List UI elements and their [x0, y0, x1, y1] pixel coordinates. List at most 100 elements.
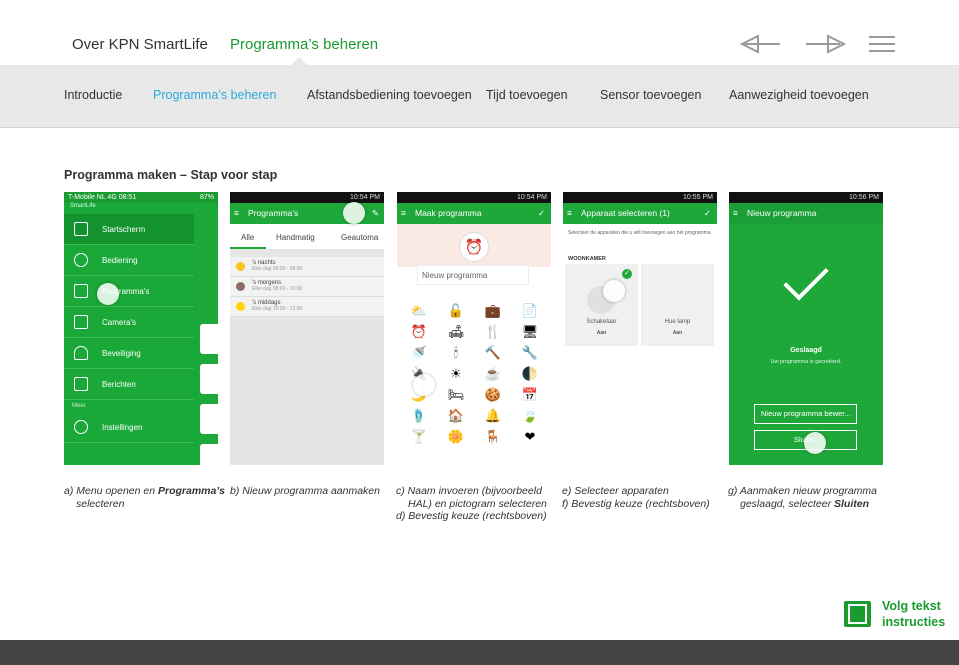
touch-indicator: [97, 283, 119, 305]
pictogram-icon: 🩴: [410, 408, 428, 423]
menu-more-label: Meer: [72, 403, 86, 409]
program-row: 's nachts Elke dag 00:00 - 08:00: [230, 257, 384, 277]
pictogram-icon: 🛏: [447, 387, 465, 402]
screenshot-apparaat-selecteren: 10:55 PM Apparaat selecteren (1) ≡ ✓ Sel…: [563, 192, 717, 465]
sub-navigation: Introductie Programma’s beheren Afstands…: [0, 57, 959, 128]
screenshot-maak-programma: 10:54 PM Maak programma ≡ ✓ ⏰ Nieuw prog…: [397, 192, 551, 465]
app-bar: Apparaat selecteren (1) ≡ ✓: [563, 203, 717, 224]
touch-indicator: [343, 202, 365, 224]
pictogram-icon: ⛅: [410, 303, 428, 318]
menu-icon: ≡: [567, 208, 572, 218]
tab-handmatig: Handmatig: [276, 233, 315, 242]
pictogram-icon: 🕯: [454, 345, 458, 360]
touch-indicator: [804, 432, 826, 454]
caption-step-a: a) Menu openen en Programma’s selecteren: [64, 485, 225, 510]
moon-icon: [236, 262, 245, 271]
caption-step-e-f: e) Selecteer apparaten f) Bevestig keuze…: [562, 485, 710, 510]
pictogram-icon: 🍸: [410, 429, 428, 444]
tab-indicator: [230, 247, 266, 249]
pictogram-icon: 🔨: [484, 345, 502, 360]
status-bar: T-Mobile NL 4G 08:51 87%: [64, 192, 218, 203]
footer-bar: [0, 640, 959, 665]
room-label: WOONKAMER: [568, 256, 606, 262]
pictogram-icon: 🌼: [447, 429, 465, 444]
pictogram-icon: 📅: [521, 387, 539, 402]
tab-geautomatiseerd: Geautoma: [341, 233, 379, 242]
screenshot-menu: T-Mobile NL 4G 08:51 87% SmartLife Start…: [64, 192, 218, 465]
background-card: [200, 444, 218, 465]
status-bar: 10:56 PM: [729, 192, 883, 203]
camera-icon: [74, 315, 88, 329]
status-bar: 10:54 PM: [230, 192, 384, 203]
caption-step-c-d: c) Naam invoeren (bijvoorbeeld HAL) en p…: [396, 485, 547, 522]
menu-item-beveiliging: Beveiliging: [64, 338, 194, 369]
pictogram-icon: ❤: [524, 429, 536, 444]
instruction-text: Selecteer de apparaten die u wilt toevoe…: [568, 230, 712, 236]
success-title: Geslaagd: [790, 347, 822, 354]
menu-item-instellingen: Instellingen: [64, 412, 194, 443]
pictogram-icon: 🍪: [484, 387, 502, 402]
subnav-aanwezigheid-toevoegen[interactable]: Aanwezigheid toevoegen: [729, 88, 869, 102]
hamburger-menu-icon[interactable]: [868, 33, 896, 55]
pictogram-icon: 📄: [521, 303, 539, 318]
pictogram-icon: ⏰: [410, 324, 428, 339]
tab-over-kpn-smartlife[interactable]: Over KPN SmartLife: [72, 36, 208, 53]
subnav-programmas-beheren[interactable]: Programma’s beheren: [153, 88, 276, 102]
program-tabs: Alle Handmatig Geautoma: [230, 224, 384, 249]
subnav-tijd-toevoegen[interactable]: Tijd toevoegen: [486, 88, 568, 102]
gear-icon: [74, 420, 88, 434]
pictogram-icon: ☕: [484, 366, 502, 381]
pictogram-icon: 🛋: [447, 324, 465, 339]
pictogram-icon: 🍴: [484, 324, 502, 339]
bell-icon: [74, 346, 88, 360]
tab-programmas-beheren[interactable]: Programma’s beheren: [230, 36, 378, 53]
success-check-icon: [783, 255, 829, 301]
success-subtitle: Uw programma is gecreëerd.: [770, 359, 842, 365]
selected-check-icon: ✓: [622, 269, 632, 279]
sun-icon: [236, 302, 245, 311]
status-bar: 10:55 PM: [563, 192, 717, 203]
app-bar: Maak programma ≡ ✓: [397, 203, 551, 224]
program-row: 's morgens Elke dag 08:00 - 10:00: [230, 277, 384, 297]
pictogram-icon: 💼: [484, 303, 502, 318]
menu-item-programmas: Programma's: [64, 276, 194, 307]
pictogram-icon: 🪑: [484, 429, 502, 444]
alarm-clock-icon: ⏰: [459, 232, 489, 262]
pictogram-icon: 🚿: [410, 345, 428, 360]
edit-icon: ✎: [371, 208, 379, 218]
message-icon: [74, 377, 88, 391]
subnav-introductie[interactable]: Introductie: [64, 88, 122, 102]
menu-item-bediening: Bediening: [64, 245, 194, 276]
pictogram-icon: 🔔: [484, 408, 502, 423]
coffee-icon: [236, 282, 245, 291]
tab-alle: Alle: [241, 233, 255, 242]
menu-icon: ≡: [234, 208, 239, 218]
arrow-right-icon[interactable]: [804, 33, 846, 55]
background-card: [200, 324, 218, 354]
arrow-left-icon[interactable]: [740, 33, 782, 55]
document-list-icon[interactable]: [844, 601, 871, 627]
subnav-afstandsbediening-toevoegen[interactable]: Afstandsbediening toevoegen: [307, 88, 472, 102]
active-tab-caret: [291, 57, 307, 65]
menu-item-startscherm: Startscherm: [64, 214, 194, 245]
page: Over KPN SmartLife Programma’s beheren I…: [0, 0, 959, 665]
control-icon: [74, 253, 88, 267]
menu-icon: ≡: [401, 208, 406, 218]
status-bar: 10:54 PM: [397, 192, 551, 203]
pictogram-icon: 🔧: [521, 345, 539, 360]
follow-text-instructions-link[interactable]: Volg tekst instructies: [882, 598, 945, 630]
background-card: [200, 364, 218, 394]
program-name-input: Nieuw programma: [417, 265, 529, 285]
caption-step-b: b) Nieuw programma aanmaken: [230, 485, 380, 497]
background-card: [200, 404, 218, 434]
subnav-sensor-toevoegen[interactable]: Sensor toevoegen: [600, 88, 701, 102]
device-card-hue-lamp: Hue lamp Aan: [641, 264, 714, 346]
screenshot-programmas: 10:54 PM Programma's ≡ ✎ Alle Handmatig …: [230, 192, 384, 465]
caption-step-g: g) Aanmaken nieuw programma geslaagd, se…: [728, 485, 878, 510]
menu-icon: ≡: [733, 208, 738, 218]
pictogram-icon: 🏠: [447, 408, 465, 423]
program-row: 's middags Elke dag 10:00 - 12:00: [230, 297, 384, 317]
touch-indicator: [413, 374, 435, 396]
app-name: SmartLife: [70, 203, 96, 209]
section-title: Programma maken – Stap voor stap: [64, 168, 278, 182]
